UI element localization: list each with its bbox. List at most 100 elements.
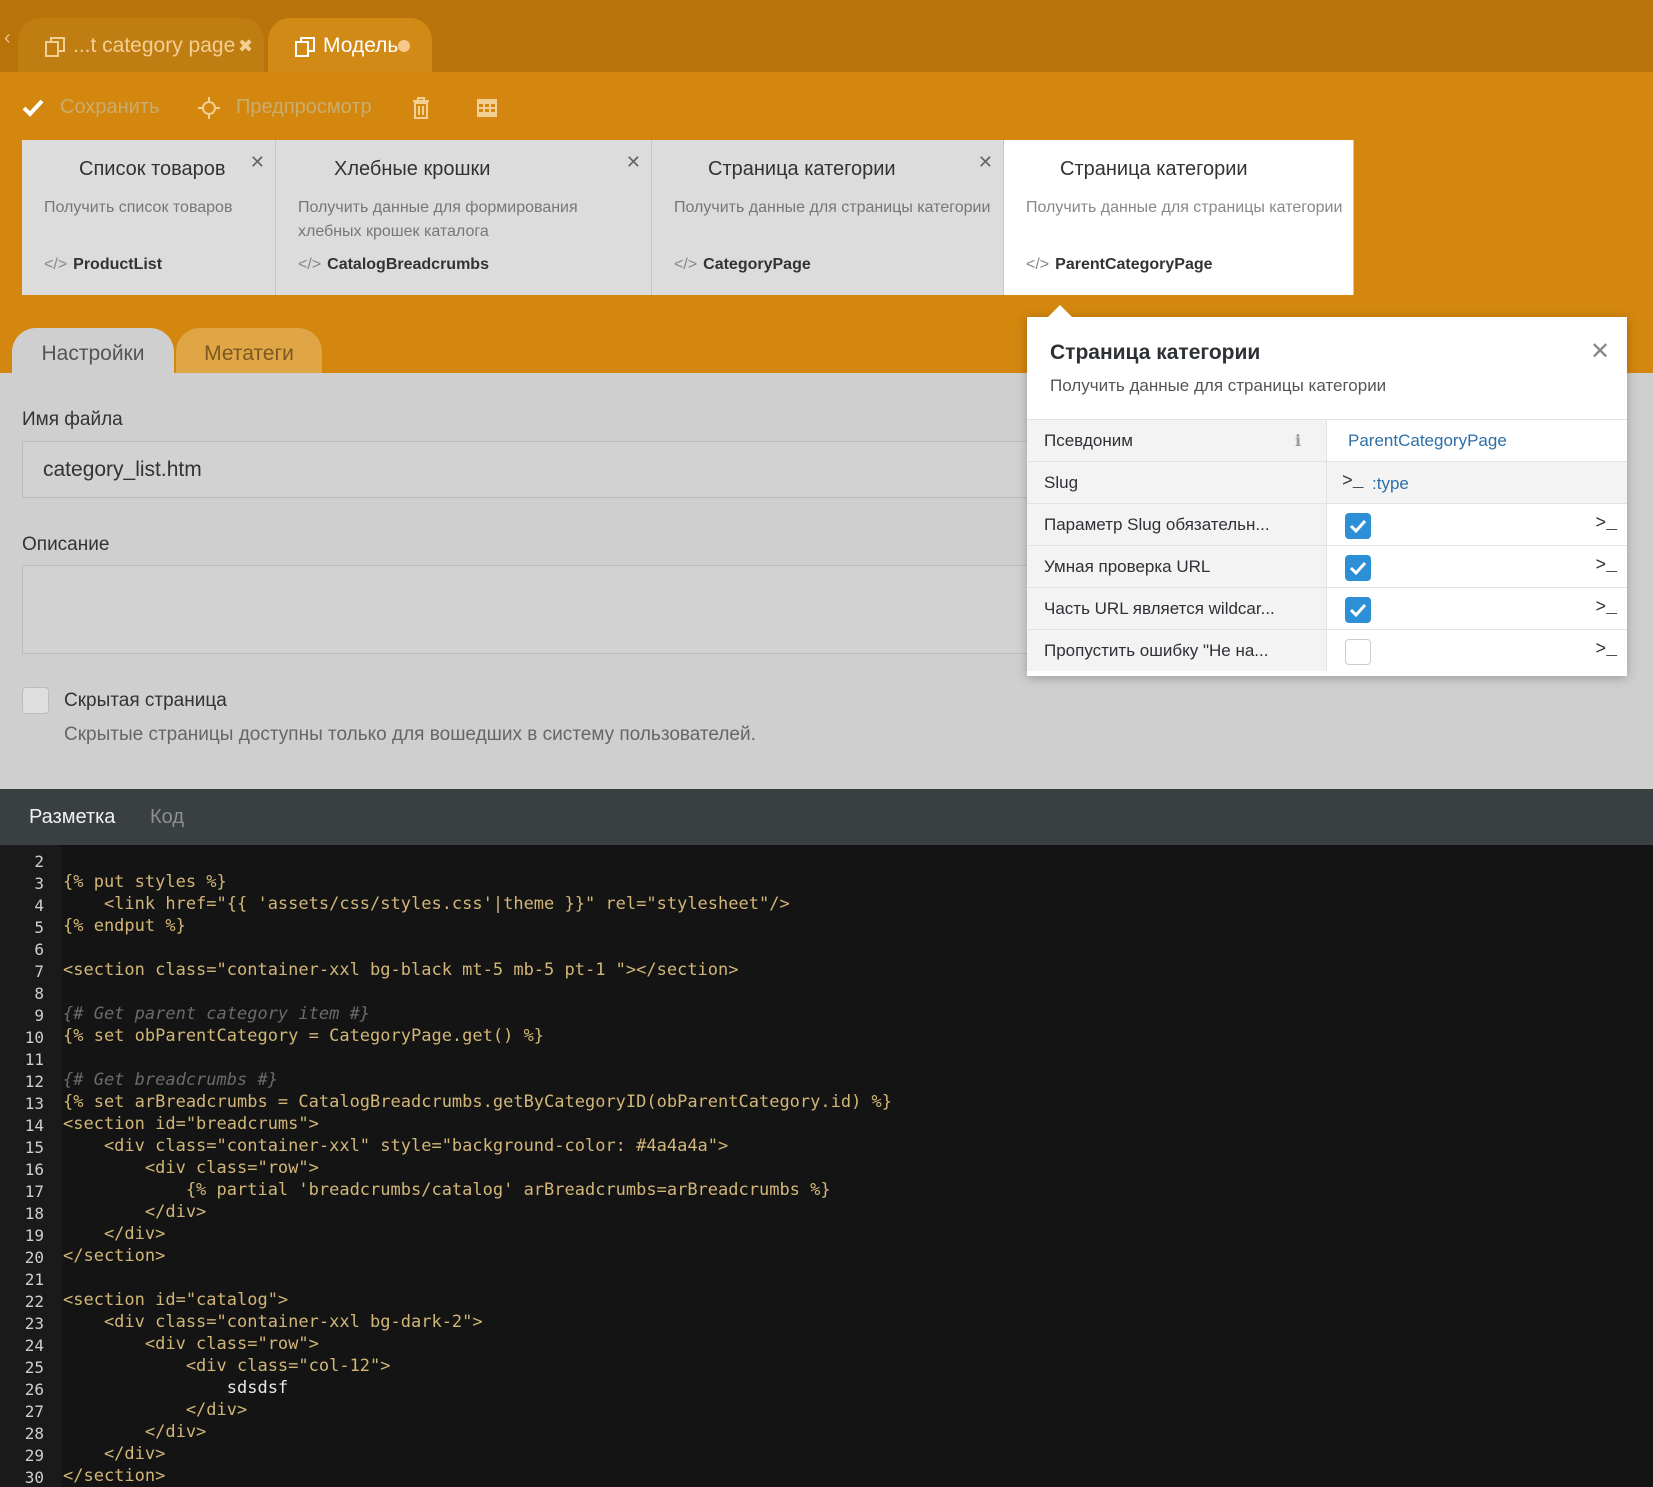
document-tab-model[interactable]: Модель xyxy=(268,18,432,72)
close-icon[interactable]: ✕ xyxy=(250,152,265,173)
code-line: <div class="container-xxl bg-dark-2"> xyxy=(63,1312,483,1332)
code-lines[interactable]: 2 3 {% put styles %} 4 <link href="{{ 'asse… xyxy=(0,845,1653,1487)
code-line: </div> xyxy=(63,1224,166,1244)
checkmark-icon xyxy=(1349,603,1367,618)
terminal-icon[interactable]: >_ xyxy=(1595,556,1617,576)
code-line: </section> xyxy=(63,1246,166,1266)
chevron-left-icon[interactable]: ‹ xyxy=(4,28,16,48)
alias-input[interactable]: ParentCategoryPage xyxy=(1348,431,1507,451)
row-label: Псевдоним xyxy=(1044,431,1133,450)
smart-url-checkbox[interactable] xyxy=(1345,555,1371,581)
component-card-categorypage[interactable]: Страница категории ✕ Получить данные для… xyxy=(652,140,1004,295)
line-number: 8 xyxy=(34,984,44,1003)
line-number: 13 xyxy=(24,1094,44,1113)
description-label: Описание xyxy=(22,534,110,555)
inspector-arrow xyxy=(1047,305,1073,318)
wildcard-checkbox[interactable] xyxy=(1345,597,1371,623)
code-line: {% put styles %} xyxy=(63,872,227,892)
preview-label: Предпросмотр xyxy=(236,96,372,118)
component-card-parentcategorypage[interactable]: Страница категории Получить данные для с… xyxy=(1004,140,1354,295)
line-number: 4 xyxy=(34,896,44,915)
skip-error-checkbox[interactable] xyxy=(1345,639,1371,665)
close-icon[interactable]: ✖ xyxy=(238,36,253,57)
line-number: 30 xyxy=(24,1468,44,1487)
terminal-icon[interactable]: >_ xyxy=(1595,640,1617,660)
inspector-row-skip-error: Пропустить ошибку "Не на... >_ xyxy=(1027,629,1627,671)
component-alias: </> CatalogBreadcrumbs xyxy=(298,256,489,273)
info-icon[interactable]: i xyxy=(1295,431,1301,450)
component-description: Получить список товаров xyxy=(44,199,233,216)
row-label: Slug xyxy=(1044,473,1079,492)
component-description: Получить данные для формирования хлебных… xyxy=(298,199,578,240)
line-number: 6 xyxy=(34,940,44,959)
component-card-breadcrumbs[interactable]: Хлебные крошки ✕ Получить данные для фор… xyxy=(276,140,652,295)
save-label: Сохранить xyxy=(60,96,160,118)
code-line: {% partial 'breadcrumbs/catalog' arBread… xyxy=(63,1180,831,1200)
code-icon: </> xyxy=(44,256,68,273)
hidden-page-checkbox[interactable] xyxy=(22,687,49,714)
line-number: 10 xyxy=(24,1028,44,1047)
close-icon[interactable]: ✕ xyxy=(1590,337,1610,366)
description-input[interactable] xyxy=(22,565,1152,654)
terminal-icon[interactable]: >_ xyxy=(1595,514,1617,534)
document-tab-category-page[interactable]: ...t category page ✖ xyxy=(18,18,264,72)
divider xyxy=(1326,504,1327,545)
inspector-row-slug: Slug >_ :type xyxy=(1027,461,1627,503)
tab-settings[interactable]: Настройки xyxy=(12,328,174,373)
terminal-icon[interactable]: >_ xyxy=(1595,598,1617,618)
line-number: 25 xyxy=(24,1358,44,1377)
component-card-productlist[interactable]: Список товаров ✕ Получить список товаров… xyxy=(22,140,276,295)
editor-tab-bar xyxy=(0,789,1653,845)
tab-markup[interactable]: Разметка xyxy=(29,806,115,829)
filename-label: Имя файла xyxy=(22,409,123,430)
line-number: 12 xyxy=(24,1072,44,1091)
line-number: 24 xyxy=(24,1336,44,1355)
slug-input[interactable]: :type xyxy=(1372,474,1409,494)
close-icon[interactable]: ✕ xyxy=(978,152,993,173)
code-line: </section> xyxy=(63,1466,166,1486)
tab-code[interactable]: Код xyxy=(150,806,184,829)
inspector-row-smart-url: Умная проверка URL >_ xyxy=(1027,545,1627,587)
line-number: 7 xyxy=(34,962,44,981)
line-number: 11 xyxy=(24,1050,44,1069)
code-line: {% endput %} xyxy=(63,916,186,936)
line-number: 18 xyxy=(24,1204,44,1223)
line-number: 28 xyxy=(24,1424,44,1443)
code-line: <div class="container-xxl" style="backgr… xyxy=(63,1136,729,1156)
line-number: 17 xyxy=(24,1182,44,1201)
component-alias: </> ProductList xyxy=(44,256,163,273)
divider xyxy=(1326,546,1327,587)
code-line: <section id="breadcrums"> xyxy=(63,1114,319,1134)
line-number: 19 xyxy=(24,1226,44,1245)
hidden-page-label[interactable]: Скрытая страница xyxy=(64,690,227,712)
code-line: {# Get parent category item #} xyxy=(63,1004,371,1024)
code-line: </div> xyxy=(63,1400,248,1420)
code-line: <section id="catalog"> xyxy=(63,1290,289,1310)
pages-icon xyxy=(295,37,315,57)
component-title: Список товаров xyxy=(79,158,226,180)
component-description: Получить данные для страницы категории xyxy=(1026,199,1343,216)
inspector-title: Страница категории xyxy=(1050,341,1261,364)
terminal-icon: >_ xyxy=(1342,472,1364,492)
component-alias: </> CategoryPage xyxy=(674,256,811,273)
checkmark-icon xyxy=(22,99,44,117)
code-line: <div class="col-12"> xyxy=(63,1356,391,1376)
inspector-row-wildcard: Часть URL является wildcar... >_ xyxy=(1027,587,1627,629)
code-line: <link href="{{ 'assets/css/styles.css'|t… xyxy=(63,894,790,914)
line-number: 26 xyxy=(24,1380,44,1399)
line-number: 9 xyxy=(34,1006,44,1025)
document-tab-label: Модель xyxy=(323,34,399,57)
slug-required-checkbox[interactable] xyxy=(1345,513,1371,539)
row-label: Пропустить ошибку "Не на... xyxy=(1044,641,1269,660)
close-icon[interactable]: ✕ xyxy=(626,152,641,173)
filename-input[interactable]: category_list.htm xyxy=(22,441,1152,498)
row-label: Часть URL является wildcar... xyxy=(1044,599,1275,618)
code-line: {# Get breadcrumbs #} xyxy=(63,1070,278,1090)
checkmark-icon xyxy=(1349,519,1367,534)
divider xyxy=(1326,630,1327,671)
tab-metatags[interactable]: Метатеги xyxy=(176,328,322,373)
trash-icon xyxy=(413,97,429,119)
code-line: sdsdsf xyxy=(63,1378,289,1398)
code-icon: </> xyxy=(298,256,322,273)
checkmark-icon xyxy=(1349,561,1367,576)
